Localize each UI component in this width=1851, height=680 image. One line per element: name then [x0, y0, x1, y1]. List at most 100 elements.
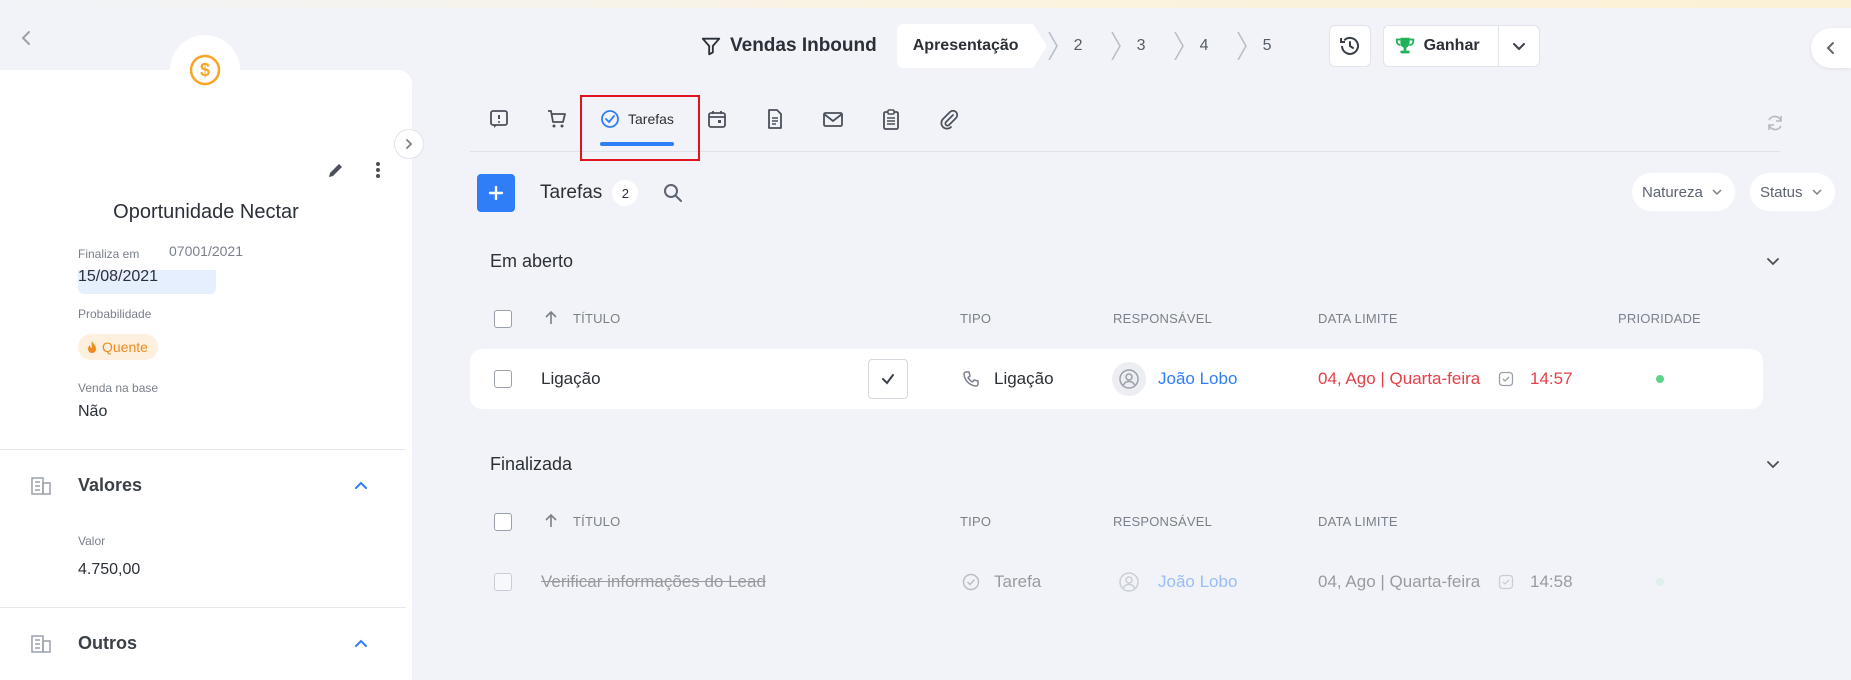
add-task-button[interactable]	[477, 174, 515, 212]
filter-natureza[interactable]: Natureza	[1632, 173, 1735, 211]
stage-bar: Apresentação 2 3 4 5	[896, 24, 1299, 68]
flame-icon	[88, 341, 96, 353]
tab-products[interactable]	[528, 94, 586, 144]
tab-calendar[interactable]	[688, 94, 746, 144]
task-time-label: 14:57	[1530, 369, 1573, 388]
task-type: Tarefa	[962, 552, 1041, 612]
complete-task-button[interactable]	[868, 359, 908, 399]
stage-separator-icon	[1236, 32, 1247, 60]
tasks-toolbar: Tarefas 2	[477, 174, 684, 212]
tab-forms[interactable]	[862, 94, 920, 144]
tab-label: Tarefas	[628, 111, 674, 127]
stage-5[interactable]: 5	[1236, 24, 1299, 68]
detail-tabs: Tarefas	[470, 94, 1780, 152]
chevron-down-icon	[1812, 189, 1822, 196]
stage-active[interactable]: Apresentação	[896, 24, 1047, 68]
edit-icon[interactable]	[326, 160, 346, 180]
chevron-up-icon	[355, 481, 367, 489]
col-titulo[interactable]: TÍTULO	[573, 514, 620, 529]
venda-value: Não	[78, 403, 108, 420]
task-row[interactable]: Ligação Ligação João Lobo 04, Ago | Quar…	[470, 349, 1763, 409]
pipeline-selector[interactable]: Vendas Inbound	[700, 35, 877, 57]
section-valores[interactable]: Valores	[30, 470, 370, 500]
chevron-down-icon	[1767, 258, 1779, 266]
avatar	[1112, 565, 1146, 599]
more-vertical-icon[interactable]	[368, 160, 388, 180]
collapse-right-button[interactable]	[1811, 28, 1851, 68]
document-icon	[768, 109, 782, 129]
responsible-name: João Lobo	[1158, 572, 1238, 591]
stage-label: 2	[1073, 37, 1083, 54]
tab-documents[interactable]	[746, 94, 804, 144]
section-title: Valores	[78, 474, 143, 495]
section-title: Outros	[78, 632, 138, 653]
opportunity-code: 07001/2021	[169, 243, 243, 259]
section-divider	[0, 449, 406, 450]
stage-label: 3	[1136, 37, 1146, 54]
select-all-checkbox[interactable]	[494, 310, 512, 328]
svg-text:$: $	[200, 60, 210, 80]
probability-value: Quente	[102, 339, 148, 355]
expand-panel-button[interactable]	[394, 129, 424, 159]
clock-check-icon	[1498, 371, 1514, 387]
task-type-label: Tarefa	[994, 572, 1042, 591]
group-done-header[interactable]: Finalizada	[490, 449, 1790, 479]
stage-3[interactable]: 3	[1110, 24, 1173, 68]
col-titulo[interactable]: TÍTULO	[573, 311, 620, 326]
win-dropdown-button[interactable]	[1499, 26, 1539, 66]
search-icon[interactable]	[662, 182, 684, 204]
paperclip-icon	[940, 109, 958, 130]
tasks-count-badge: 2	[612, 180, 639, 206]
task-checkbox[interactable]	[494, 370, 512, 388]
refresh-icon[interactable]	[1765, 113, 1785, 133]
group-open-header[interactable]: Em aberto	[490, 246, 1790, 276]
venda-label: Venda na base	[78, 381, 159, 395]
trophy-icon	[1395, 37, 1414, 54]
select-all-checkbox[interactable]	[494, 513, 512, 531]
col-responsavel: RESPONSÁVEL	[1113, 311, 1213, 326]
funnel-icon	[701, 37, 721, 56]
task-due-time: 14:58	[1498, 552, 1573, 612]
task-priority	[1656, 349, 1664, 409]
dollar-coin-icon: $	[189, 54, 221, 86]
tasks-title: Tarefas	[540, 182, 603, 203]
task-responsible[interactable]: João Lobo	[1112, 552, 1237, 612]
task-title[interactable]: Ligação	[541, 349, 601, 409]
filter-status[interactable]: Status	[1750, 173, 1835, 211]
task-checkbox[interactable]	[494, 573, 512, 591]
tab-attachments[interactable]	[920, 94, 978, 144]
sort-up-icon[interactable]	[544, 513, 558, 529]
task-due-date: 04, Ago | Quarta-feira	[1318, 369, 1481, 388]
history-button[interactable]	[1328, 25, 1371, 67]
plus-icon	[488, 185, 504, 201]
stage-2[interactable]: 2	[1047, 24, 1110, 68]
task-row-done[interactable]: Verificar informações do Lead Tarefa Joã…	[470, 552, 1763, 612]
tab-tarefas[interactable]: Tarefas	[586, 94, 688, 146]
check-icon	[882, 374, 894, 385]
task-title[interactable]: Verificar informações do Lead	[541, 552, 766, 612]
group-title: Finalizada	[490, 453, 573, 474]
probabilidade-label: Probabilidade	[78, 307, 152, 321]
building-icon	[31, 635, 51, 653]
tab-alerts[interactable]	[470, 94, 528, 144]
pipeline-header: Vendas Inbound Apresentação 2 3 4 5 Ganh…	[700, 22, 1540, 70]
task-responsible[interactable]: João Lobo	[1112, 349, 1237, 409]
task-priority	[1656, 552, 1664, 612]
clipboard-icon	[883, 109, 899, 130]
win-label: Ganhar	[1423, 37, 1480, 54]
cart-icon	[548, 110, 566, 128]
filter-status-label: Status	[1760, 183, 1803, 201]
sort-up-icon[interactable]	[544, 310, 558, 326]
check-circle-icon	[962, 573, 980, 591]
stage-4[interactable]: 4	[1173, 24, 1236, 68]
win-button-group: Ganhar	[1382, 25, 1540, 67]
back-arrow-icon[interactable]	[16, 28, 36, 48]
priority-dot	[1656, 578, 1664, 586]
col-tipo: TIPO	[960, 311, 992, 326]
tab-email[interactable]	[804, 94, 862, 144]
win-button[interactable]: Ganhar	[1384, 26, 1499, 66]
section-outros[interactable]: Outros	[30, 628, 370, 658]
section-divider	[0, 607, 406, 608]
alert-icon	[490, 110, 508, 128]
task-time-label: 14:58	[1530, 572, 1573, 591]
